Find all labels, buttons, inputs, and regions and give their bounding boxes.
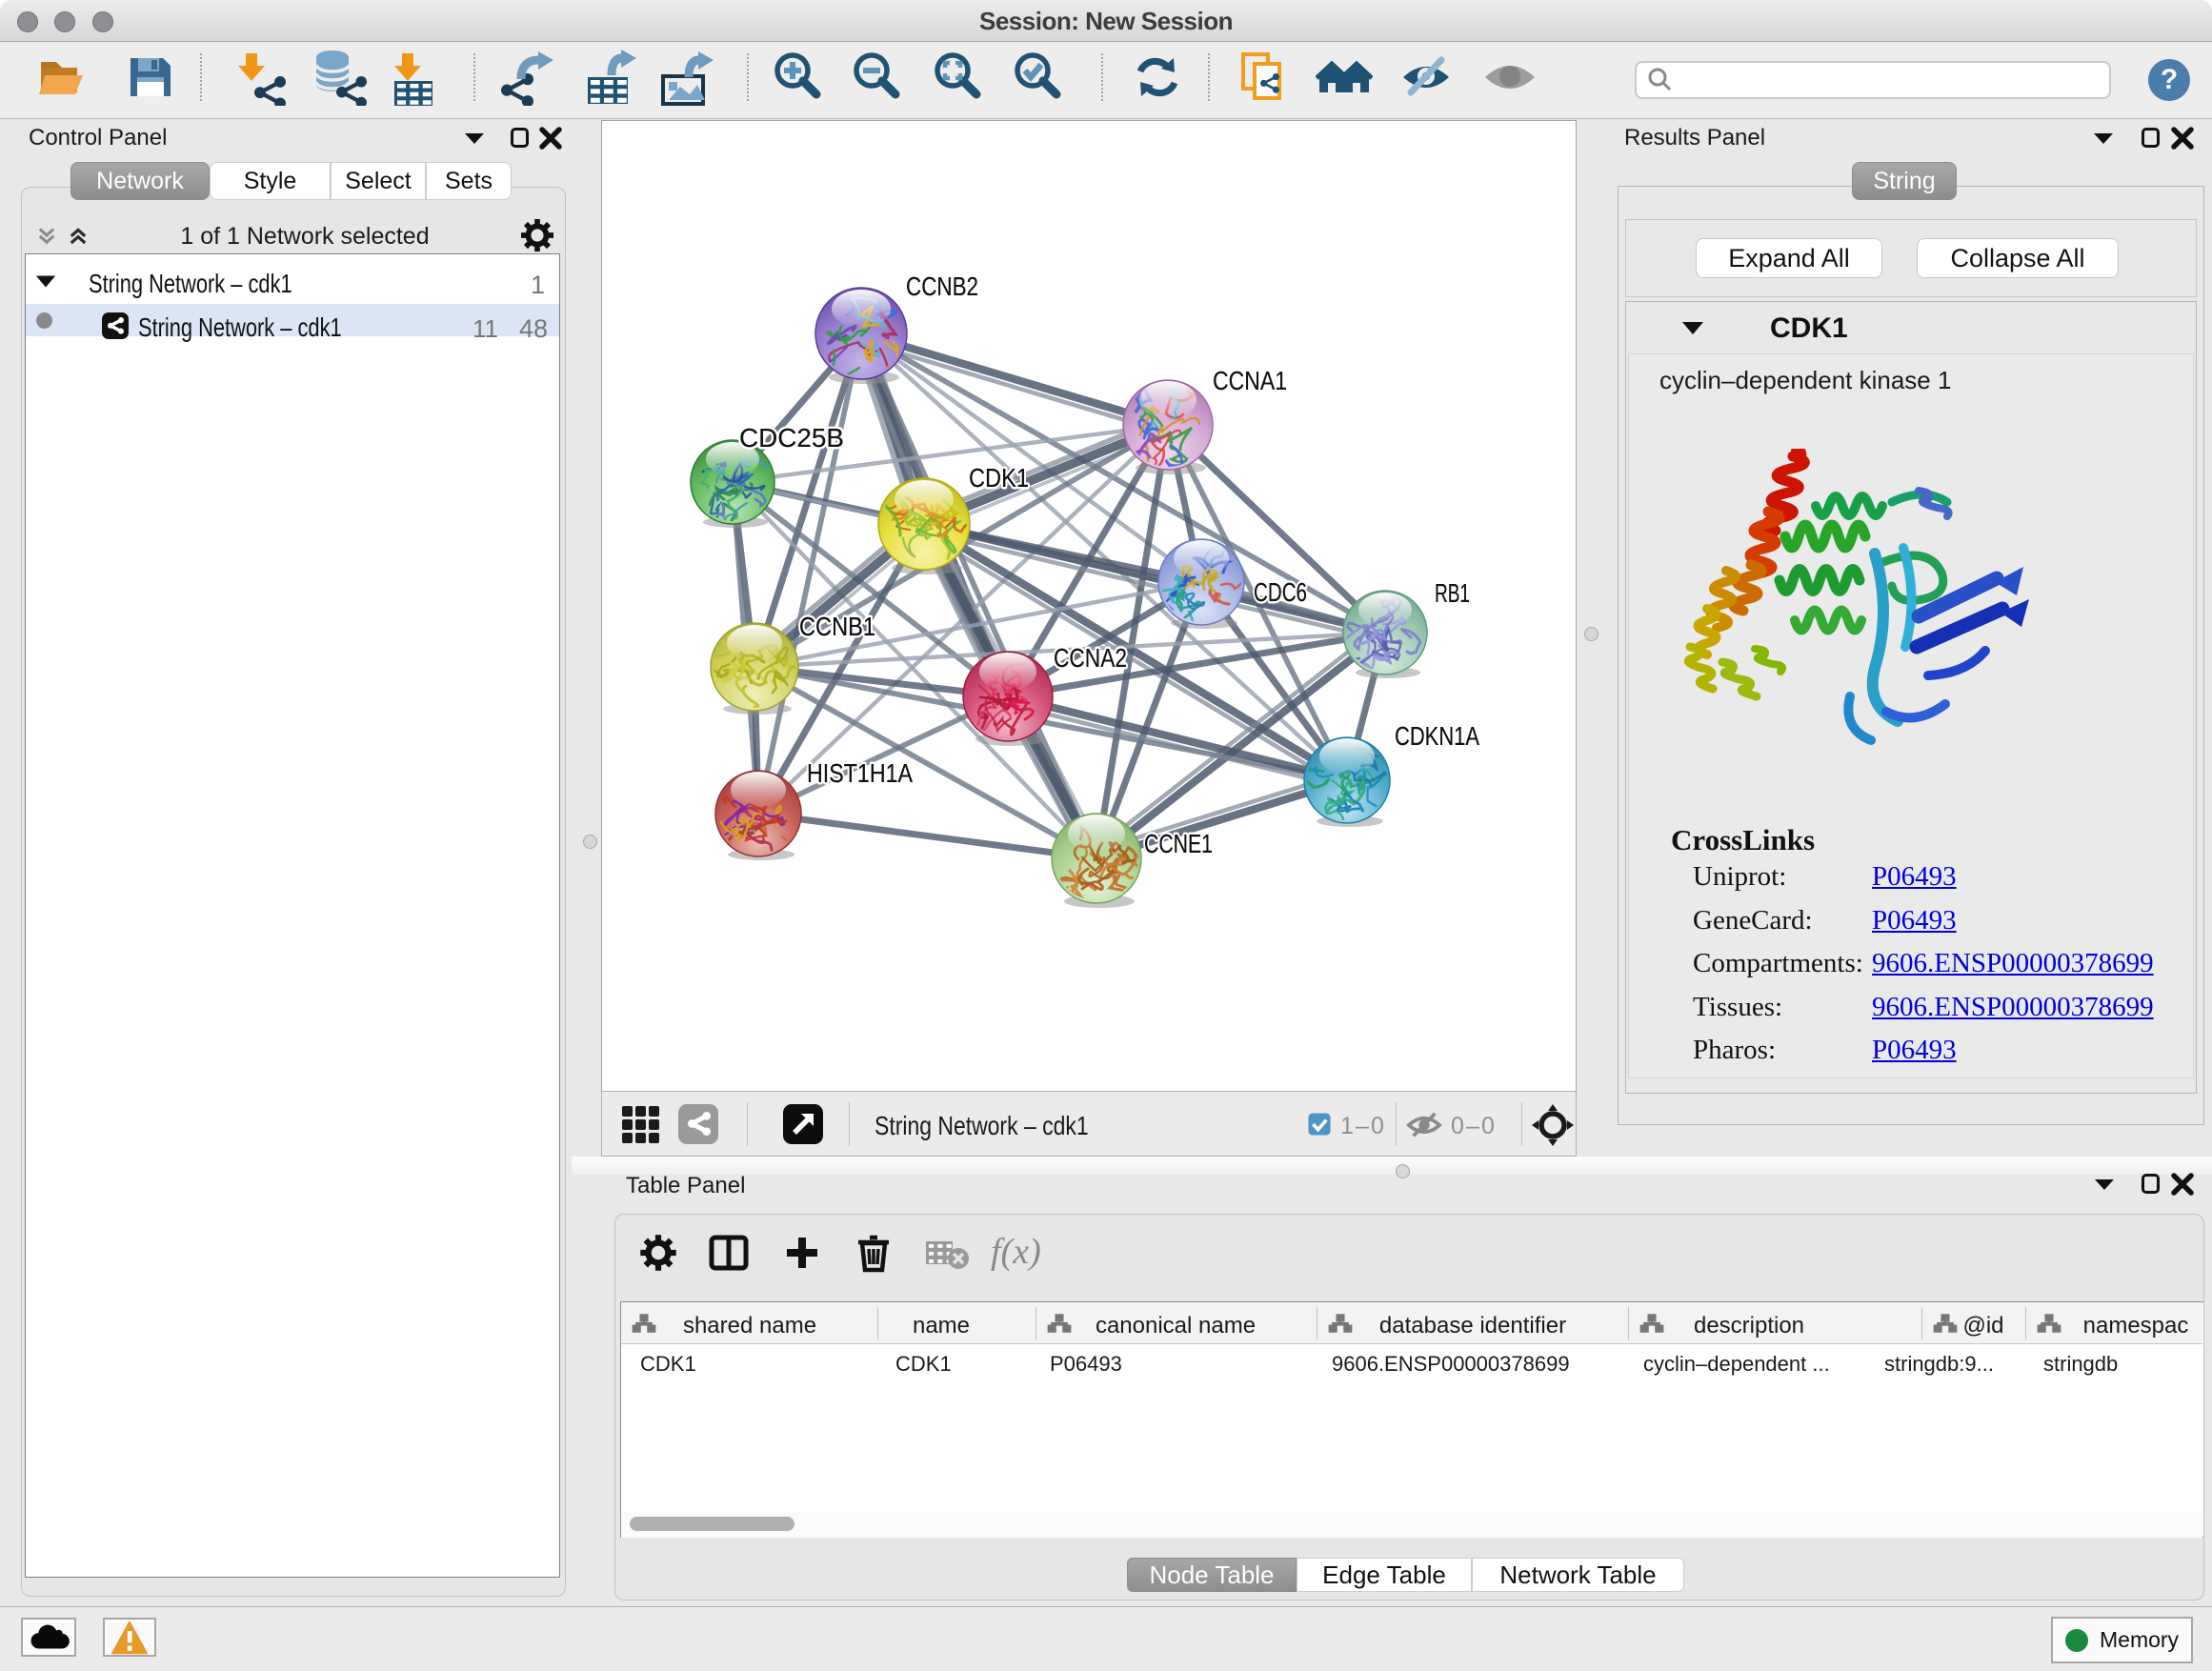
svg-text:CDC25B: CDC25B [739, 423, 844, 453]
svg-text:CCNB1: CCNB1 [799, 612, 875, 641]
svg-text:CDC6: CDC6 [1254, 577, 1307, 607]
svg-text:CCNB2: CCNB2 [906, 272, 978, 301]
svg-text:HIST1H1A: HIST1H1A [807, 758, 913, 788]
svg-text:CCNA1: CCNA1 [1213, 366, 1287, 395]
svg-text:RB1: RB1 [1435, 578, 1470, 608]
svg-text:CDK1: CDK1 [969, 463, 1029, 493]
svg-text:CDKN1A: CDKN1A [1395, 721, 1479, 751]
svg-text:CCNE1: CCNE1 [1144, 829, 1213, 858]
svg-text:CCNA2: CCNA2 [1054, 643, 1127, 673]
